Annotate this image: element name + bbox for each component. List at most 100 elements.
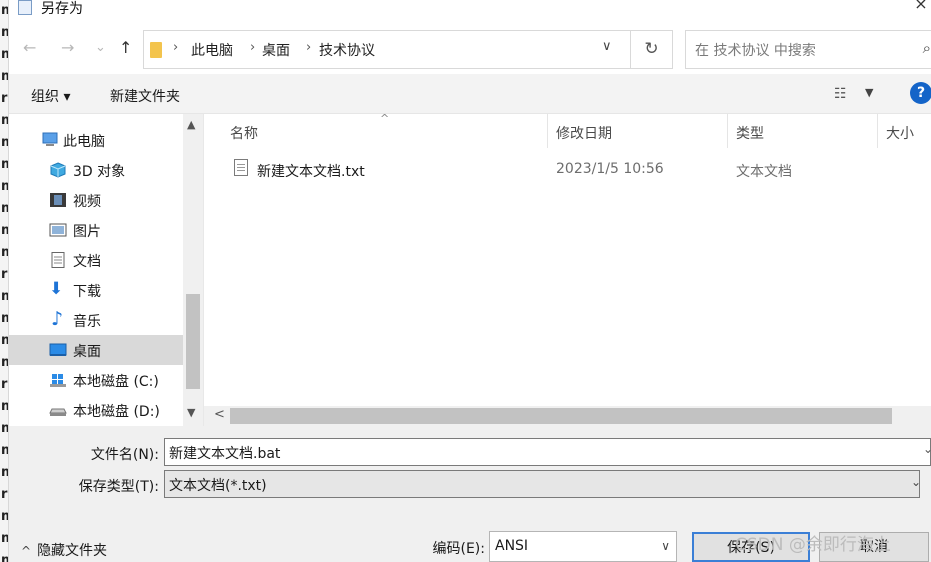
column-header-label: 名称 bbox=[230, 126, 258, 142]
sidebar-item-label: 文档 bbox=[73, 254, 101, 270]
edge-char: r bbox=[1, 91, 8, 106]
address-dropdown-icon[interactable]: ∨ bbox=[602, 39, 612, 54]
hide-folders-label: 隐藏文件夹 bbox=[37, 543, 108, 559]
column-header-size[interactable]: 大小 bbox=[878, 114, 931, 148]
filetype-value: 文本文档(*.txt) bbox=[169, 478, 267, 494]
sidebar-item-downloads[interactable]: ⬇ 下载 bbox=[9, 275, 183, 305]
address-row: ← → ⌄ ↑ › 此电脑 › 桌面 › 技术协议 ∨ ↻ 在 技术协议 中搜索… bbox=[9, 30, 931, 70]
sidebar-item-label: 本地磁盘 (C:) bbox=[73, 374, 159, 390]
music-icon: ♪ bbox=[51, 308, 64, 330]
edge-char: m bbox=[0, 308, 8, 330]
refresh-icon[interactable]: ↻ bbox=[631, 30, 673, 69]
hide-folders-toggle[interactable]: ^ 隐藏文件夹 bbox=[21, 540, 107, 560]
drive-icon bbox=[49, 408, 67, 416]
recent-locations-chevron-icon[interactable]: ⌄ bbox=[95, 40, 106, 55]
navigation-pane-scrollbar[interactable]: ▲ ▼ bbox=[183, 114, 203, 426]
scrollbar-thumb[interactable] bbox=[230, 408, 892, 424]
document-icon bbox=[51, 252, 65, 268]
encoding-value: ANSI bbox=[495, 538, 529, 554]
address-bar[interactable]: › 此电脑 › 桌面 › 技术协议 ∨ bbox=[143, 30, 631, 69]
file-list-horizontal-scrollbar[interactable]: < bbox=[204, 406, 931, 426]
encoding-select[interactable]: ANSI ∨ bbox=[489, 531, 677, 562]
edge-char: m bbox=[0, 198, 8, 220]
scroll-left-icon[interactable]: < bbox=[214, 407, 225, 422]
edge-char: r bbox=[1, 487, 8, 502]
column-header-modified[interactable]: 修改日期 bbox=[548, 114, 728, 148]
edge-char: m bbox=[0, 176, 8, 198]
filename-label: 文件名(N): bbox=[90, 447, 159, 463]
sidebar-item-label: 视频 bbox=[73, 194, 101, 210]
new-folder-button[interactable]: 新建文件夹 bbox=[110, 86, 180, 106]
forward-arrow-icon[interactable]: → bbox=[61, 38, 74, 57]
encoding-dropdown-icon[interactable]: ∨ bbox=[661, 539, 670, 553]
sidebar-item-documents[interactable]: 文档 bbox=[9, 245, 183, 275]
sidebar-item-label: 下载 bbox=[73, 284, 101, 300]
edge-char: r bbox=[1, 267, 8, 282]
column-header-type[interactable]: 类型 bbox=[728, 114, 878, 148]
filetype-dropdown-icon[interactable]: ⌄ bbox=[911, 475, 921, 489]
edge-char: m bbox=[0, 66, 8, 88]
edge-char: m bbox=[0, 330, 8, 352]
background-window-edge: m m m m r m m m m m m m r m m m m r m m … bbox=[0, 0, 9, 562]
edge-char: m bbox=[0, 396, 8, 418]
sidebar-item-drive-c[interactable]: 本地磁盘 (C:) bbox=[9, 365, 183, 395]
sidebar-item-3d-objects[interactable]: 3D 对象 bbox=[9, 155, 183, 185]
filename-input[interactable]: 新建文本文档.bat bbox=[164, 438, 931, 466]
sidebar-item-label: 此电脑 bbox=[63, 134, 105, 150]
filetype-label: 保存类型(T): bbox=[78, 479, 159, 495]
back-arrow-icon[interactable]: ← bbox=[23, 38, 36, 57]
help-icon[interactable]: ? bbox=[910, 82, 931, 104]
breadcrumb-this-pc[interactable]: 此电脑 bbox=[191, 40, 233, 60]
column-header-label: 修改日期 bbox=[556, 126, 612, 142]
sidebar-item-desktop[interactable]: 桌面 bbox=[9, 335, 183, 365]
sidebar-item-music[interactable]: ♪ 音乐 bbox=[9, 305, 183, 335]
edge-char: m bbox=[0, 44, 8, 66]
breadcrumb-tech-protocol[interactable]: 技术协议 bbox=[319, 40, 375, 60]
picture-icon bbox=[49, 223, 67, 237]
scroll-down-icon[interactable]: ▼ bbox=[187, 406, 195, 419]
scrollbar-thumb[interactable] bbox=[186, 294, 200, 389]
view-dropdown-icon[interactable]: ▼ bbox=[865, 86, 873, 99]
sidebar-item-pictures[interactable]: 图片 bbox=[9, 215, 183, 245]
up-arrow-icon[interactable]: ↑ bbox=[119, 38, 132, 57]
edge-char: r bbox=[1, 377, 8, 392]
edge-char: m bbox=[0, 22, 8, 44]
column-header-name[interactable]: 名称 bbox=[204, 114, 548, 148]
sidebar-item-videos[interactable]: 视频 bbox=[9, 185, 183, 215]
filetype-select[interactable]: 文本文档(*.txt) ⌄ bbox=[164, 470, 921, 498]
sidebar-item-drive-d[interactable]: 本地磁盘 (D:) bbox=[9, 395, 183, 425]
search-placeholder: 在 技术协议 中搜索 bbox=[695, 43, 816, 59]
text-file-icon bbox=[234, 159, 248, 176]
table-row[interactable]: 新建文本文档.txt 2023/1/5 10:56 文本文档 bbox=[204, 154, 931, 184]
desktop-icon bbox=[49, 343, 67, 356]
file-list: ^ 名称 修改日期 类型 大小 新建文本文档.txt 2023/1/5 10:5… bbox=[203, 112, 931, 426]
sidebar-item-label: 3D 对象 bbox=[73, 164, 126, 180]
column-header-label: 大小 bbox=[886, 126, 914, 142]
breadcrumb-separator[interactable]: › bbox=[250, 40, 255, 55]
edge-char: m bbox=[0, 154, 8, 176]
breadcrumb-separator[interactable]: › bbox=[173, 40, 178, 55]
search-input[interactable]: 在 技术协议 中搜索 ⌕ bbox=[685, 30, 931, 69]
film-icon bbox=[50, 193, 66, 207]
chevron-up-icon: ^ bbox=[21, 544, 32, 558]
navigation-pane: 此电脑 3D 对象 视频 图片 文档 ⬇ 下载 ♪ 音乐 桌面 本地磁盘 (C:… bbox=[9, 114, 183, 426]
breadcrumb-desktop[interactable]: 桌面 bbox=[262, 40, 290, 60]
edge-char: m bbox=[0, 132, 8, 154]
windows-drive-icon bbox=[50, 374, 66, 387]
filename-dropdown-icon[interactable]: ⌄ bbox=[923, 442, 931, 456]
computer-icon bbox=[42, 132, 58, 146]
sidebar-item-this-pc[interactable]: 此电脑 bbox=[9, 125, 183, 155]
title-bar: 另存为 × bbox=[9, 0, 931, 22]
organize-menu-button[interactable]: 组织 ▾ bbox=[31, 86, 70, 106]
edge-char: m bbox=[0, 286, 8, 308]
scroll-up-icon[interactable]: ▲ bbox=[187, 118, 195, 131]
close-icon[interactable]: × bbox=[911, 0, 931, 13]
breadcrumb-separator[interactable]: › bbox=[306, 40, 311, 55]
encoding-label: 编码(E): bbox=[432, 541, 486, 557]
save-dialog-icon bbox=[18, 0, 32, 15]
download-icon: ⬇ bbox=[49, 279, 64, 299]
view-options-icon[interactable]: ☷ bbox=[834, 86, 847, 102]
search-icon[interactable]: ⌕ bbox=[923, 39, 931, 57]
filename-value: 新建文本文档.bat bbox=[169, 446, 281, 462]
sidebar-item-label: 本地磁盘 (D:) bbox=[73, 404, 160, 420]
